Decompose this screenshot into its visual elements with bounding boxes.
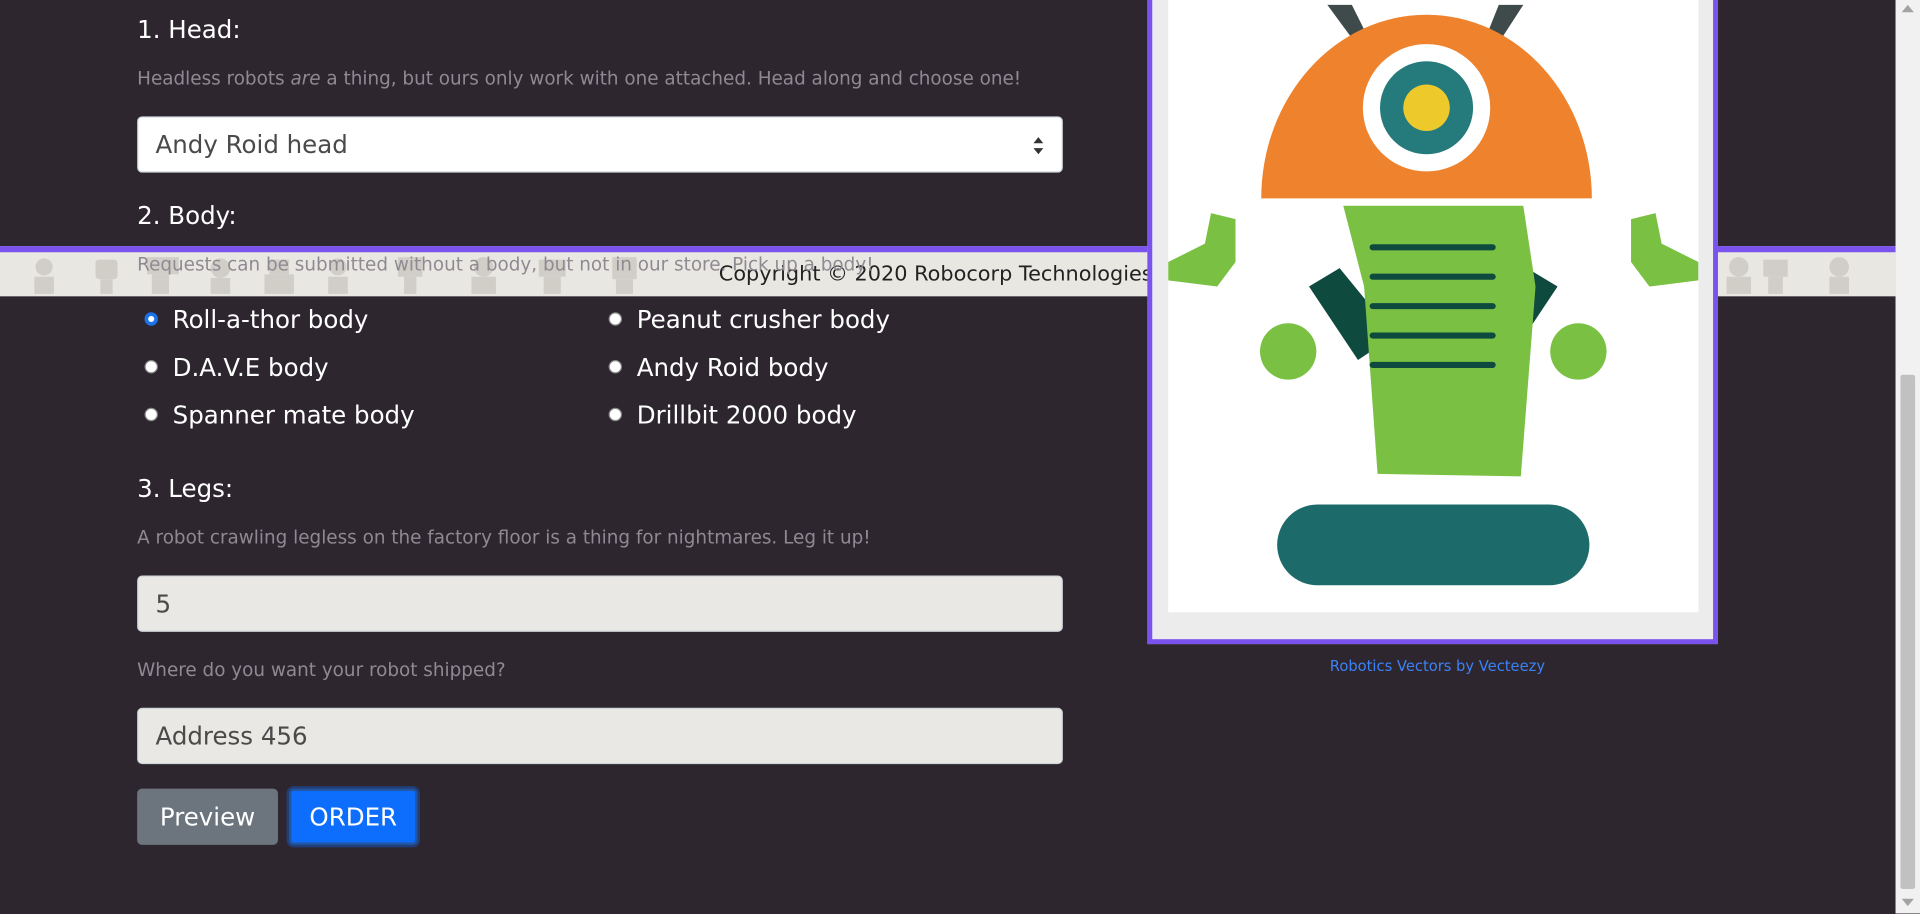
robot-preview — [1147, 0, 1718, 645]
body-option-label: Drillbit 2000 body — [636, 400, 857, 430]
body-option-roll-a-thor[interactable]: Roll-a-thor body — [144, 305, 368, 334]
preview-button[interactable]: Preview — [137, 788, 278, 845]
legs-heading: 3. Legs: — [137, 473, 234, 504]
radio-icon[interactable] — [608, 311, 623, 326]
address-input-value: Address 456 — [155, 721, 308, 751]
address-input[interactable]: Address 456 — [137, 707, 1063, 765]
robot-illustration-icon — [1168, 4, 1699, 586]
scrollbar-thumb[interactable] — [1900, 374, 1916, 889]
body-option-spanner-mate[interactable]: Spanner mate body — [144, 400, 415, 430]
address-hint: Where do you want your robot shipped? — [137, 658, 506, 681]
legs-input[interactable]: 5 — [137, 575, 1063, 632]
body-heading: 2. Body: — [137, 200, 237, 231]
body-option-peanut-crusher[interactable]: Peanut crusher body — [608, 304, 890, 335]
radio-icon[interactable] — [608, 407, 623, 421]
vecteezy-credit-link[interactable]: Robotics Vectors by Vecteezy — [1330, 658, 1545, 675]
page-scrollbar[interactable] — [1895, 0, 1920, 914]
head-select-value: Andy Roid head — [155, 129, 348, 160]
select-arrows-icon — [1033, 137, 1044, 155]
body-hint: Requests can be submitted without a body… — [137, 253, 874, 276]
legs-input-value: 5 — [155, 588, 172, 619]
radio-icon[interactable] — [144, 407, 158, 421]
radio-icon[interactable] — [144, 359, 158, 373]
body-option-dave[interactable]: D.A.V.E body — [144, 352, 329, 383]
legs-hint: A robot crawling legless on the factory … — [137, 526, 871, 549]
robot-image — [1168, 0, 1699, 613]
body-option-label: Andy Roid body — [636, 352, 829, 383]
body-option-label: D.A.V.E body — [172, 352, 329, 383]
body-option-label: Peanut crusher body — [636, 304, 890, 335]
body-option-drillbit-2000[interactable]: Drillbit 2000 body — [608, 400, 857, 430]
page: 1. Head: Headless robots are a thing, bu… — [0, 0, 1920, 914]
head-hint: Headless robots are a thing, but ours on… — [137, 67, 1022, 90]
order-button[interactable]: ORDER — [288, 788, 418, 845]
scroll-up-arrow-icon[interactable] — [1901, 4, 1914, 13]
radio-icon[interactable] — [608, 359, 623, 373]
scroll-down-arrow-icon[interactable] — [1901, 898, 1914, 907]
head-select[interactable]: Andy Roid head — [137, 116, 1063, 173]
body-option-label: Spanner mate body — [172, 400, 415, 430]
head-heading: 1. Head: — [137, 14, 241, 45]
body-option-label: Roll-a-thor body — [172, 304, 369, 335]
radio-checked-icon[interactable] — [144, 311, 158, 326]
body-option-andy-roid[interactable]: Andy Roid body — [608, 352, 829, 383]
